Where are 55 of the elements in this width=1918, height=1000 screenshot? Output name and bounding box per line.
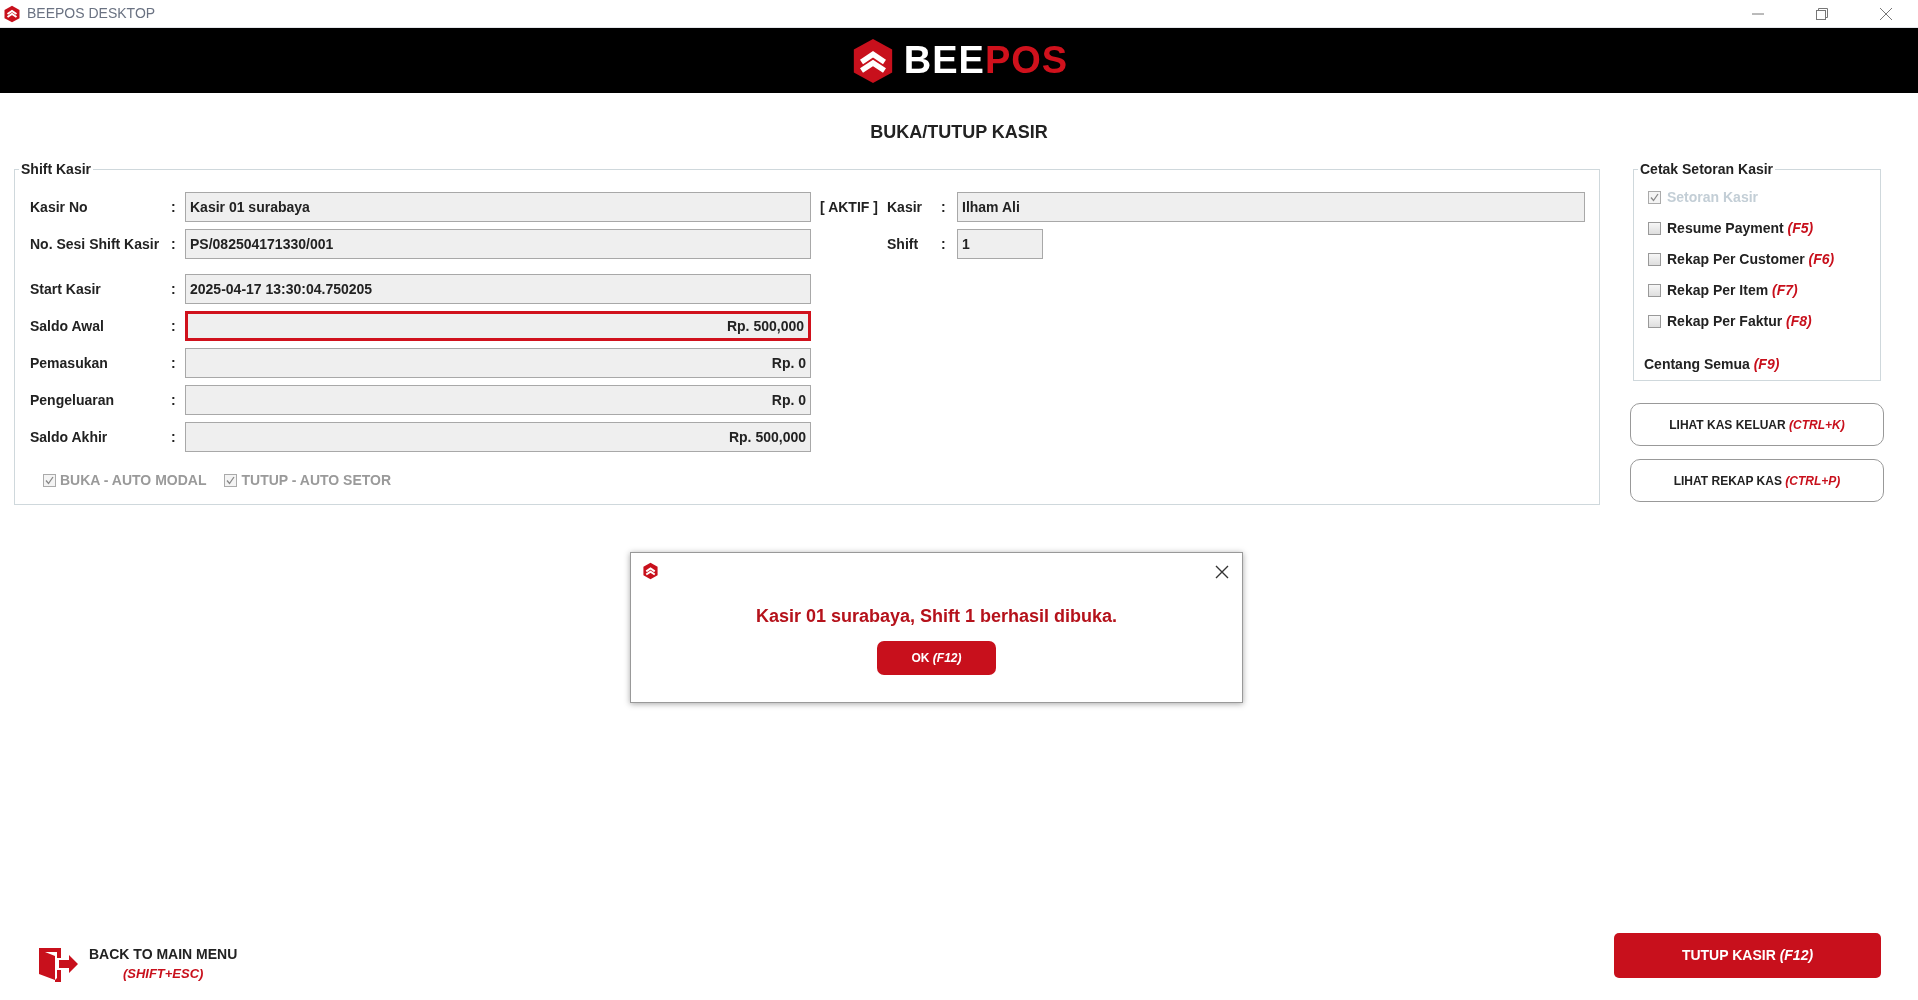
checkbox[interactable] <box>1648 314 1661 328</box>
colon: : <box>171 234 177 254</box>
side-button[interactable]: LIHAT REKAP KAS (CTRL+P) <box>1630 459 1884 502</box>
close-icon[interactable] <box>1215 565 1229 579</box>
field-label: No. Sesi Shift Kasir <box>29 234 161 254</box>
colon: : <box>171 353 177 373</box>
check-all-link[interactable]: Centang Semua (F9) <box>1644 354 1866 375</box>
field-label: Pengeluaran <box>29 390 116 410</box>
checkbox-label: Setoran Kasir <box>1667 187 1759 207</box>
checkbox[interactable] <box>1648 252 1661 266</box>
field-label: Saldo Akhir <box>29 427 109 447</box>
input-field[interactable]: Rp. 500,000 <box>185 311 811 341</box>
input-field[interactable]: 1 <box>957 229 1043 259</box>
input-field[interactable]: PS/082504171330/001 <box>185 229 811 259</box>
back-to-main-menu-link[interactable]: BACK TO MAIN MENU (SHIFT+ESC) <box>89 945 238 983</box>
checkbox[interactable] <box>1648 283 1661 297</box>
field-label: Shift <box>887 234 920 254</box>
colon: : <box>941 234 947 254</box>
checkbox-label: Rekap Per Item (F7) <box>1667 280 1798 300</box>
restore-icon[interactable] <box>1815 6 1829 21</box>
field-label: Saldo Awal <box>29 316 105 336</box>
checkbox[interactable] <box>1648 221 1661 235</box>
panel-legend: Shift Kasir <box>19 159 93 180</box>
tutup-kasir-button[interactable]: TUTUP KASIR (F12) <box>1614 933 1881 978</box>
field-label: Start Kasir <box>29 279 102 299</box>
checkbox-label: Rekap Per Faktur (F8) <box>1667 311 1812 331</box>
input-field[interactable]: Rp. 0 <box>185 348 811 378</box>
colon: : <box>171 316 177 336</box>
checkbox-label: BUKA - AUTO MODAL <box>60 471 207 490</box>
input-field[interactable]: Rp. 0 <box>185 385 811 415</box>
field-label: Kasir <box>887 197 924 217</box>
field-label: Kasir No <box>29 197 89 217</box>
app-logo-icon <box>3 4 21 23</box>
app-logo-icon <box>642 562 659 580</box>
input-field[interactable]: Ilham Ali <box>957 192 1585 222</box>
page-title: BUKA/TUTUP KASIR <box>869 121 1049 144</box>
side-button[interactable]: LIHAT KAS KELUAR (CTRL+K) <box>1630 403 1884 446</box>
checkbox-label: TUTUP - AUTO SETOR <box>241 471 392 490</box>
ok-button[interactable]: OK (F12) <box>877 641 996 675</box>
field-label: Pemasukan <box>29 353 109 373</box>
checkbox-label: Rekap Per Customer (F6) <box>1667 249 1835 269</box>
panel-legend: Cetak Setoran Kasir <box>1638 159 1776 180</box>
input-field[interactable]: Kasir 01 surabaya <box>185 192 811 222</box>
colon: : <box>171 427 177 447</box>
checkbox-label: Resume Payment (F5) <box>1667 218 1814 238</box>
input-field[interactable]: Rp. 500,000 <box>185 422 811 452</box>
colon: : <box>171 390 177 410</box>
dialog-message: Kasir 01 surabaya, Shift 1 berhasil dibuka. <box>755 605 1118 628</box>
status-label: [ AKTIF ] <box>819 197 879 217</box>
window-title: BEEPOS DESKTOP <box>27 4 156 23</box>
colon: : <box>171 279 177 299</box>
colon: : <box>941 197 947 217</box>
colon: : <box>171 197 177 217</box>
logo-wordmark: BEEPOS <box>903 38 1069 83</box>
input-field[interactable]: 2025-04-17 13:30:04.750205 <box>185 274 811 304</box>
